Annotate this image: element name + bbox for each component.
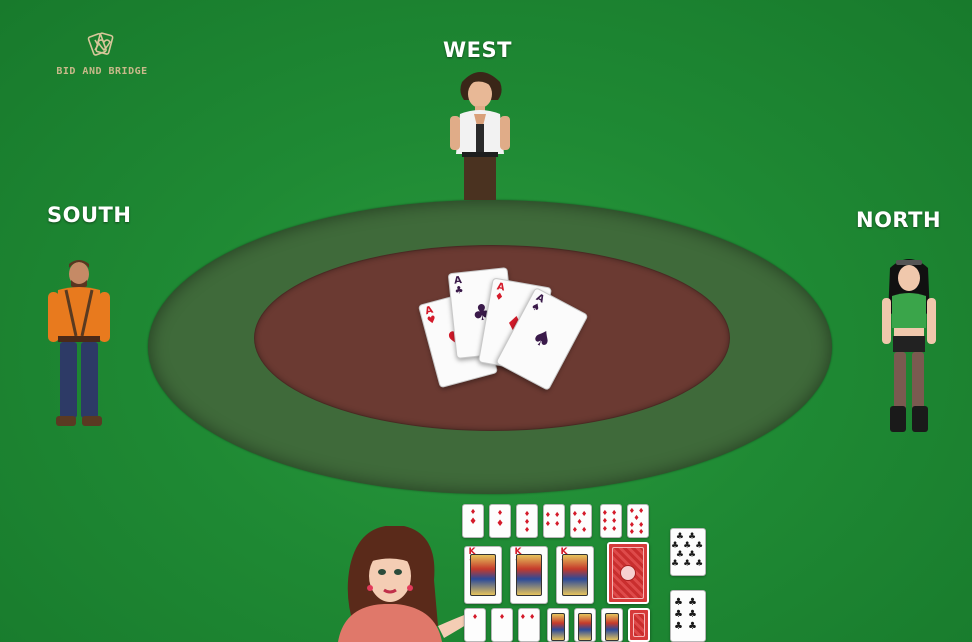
game-table-screen: BID AND BRIDGE WEST SOUTH NORTH A ♥ A ♣ … (0, 0, 972, 642)
hand-card-king[interactable]: K♦ (556, 546, 594, 604)
hand-card-ten-clubs[interactable]: ♣♣ ♣♣♣ ♣♣ ♣♣♣ (670, 528, 706, 576)
hand-card[interactable]: ♦♦ ♦ ♦♦ ♦♦ (627, 504, 649, 538)
hand-card-queen[interactable] (574, 608, 596, 642)
hand-card-jack[interactable] (547, 608, 569, 642)
south-player-avatar[interactable] (44, 258, 114, 432)
hand-card[interactable]: ♦♦ (462, 504, 484, 538)
spade-suit-icon: ♠ (527, 323, 557, 356)
king-face-art (562, 554, 588, 596)
king-face-art (470, 554, 496, 596)
cards-logo-icon (87, 32, 114, 56)
hand-card[interactable]: ♦♦ (489, 504, 511, 538)
card-back[interactable] (628, 608, 650, 642)
king-face-art (516, 554, 542, 596)
brand-name: BID AND BRIDGE (56, 66, 148, 77)
hand-card-king[interactable]: K♦ (464, 546, 502, 604)
hand-card-king[interactable] (601, 608, 623, 642)
seat-label-north: NORTH (856, 208, 942, 232)
seat-label-south: SOUTH (47, 203, 132, 227)
hand-card-six-clubs[interactable]: ♣♣ ♣♣ ♣♣ (670, 590, 706, 642)
hand-card[interactable]: ♦♦ ♦ ♦♦ (570, 504, 592, 538)
hand-card[interactable]: ♦♦ ♦♦ (543, 504, 565, 538)
hand-card[interactable]: ♦ (464, 608, 486, 642)
card-back[interactable] (607, 542, 649, 604)
hand-card[interactable]: ♦♦ ♦♦ ♦♦ (600, 504, 622, 538)
north-player-avatar[interactable] (876, 256, 942, 438)
hand-card[interactable]: ♦ ♦ ♦ (516, 504, 538, 538)
west-player-avatar[interactable] (440, 68, 520, 202)
east-player-avatar[interactable] (334, 526, 482, 642)
hand-card[interactable]: ♦♦ (518, 608, 540, 642)
hand-card-king[interactable]: K♦ (510, 546, 548, 604)
seat-label-west: WEST (443, 38, 512, 62)
hand-card[interactable]: ♦ (491, 608, 513, 642)
brand-logo: BID AND BRIDGE (52, 30, 152, 77)
